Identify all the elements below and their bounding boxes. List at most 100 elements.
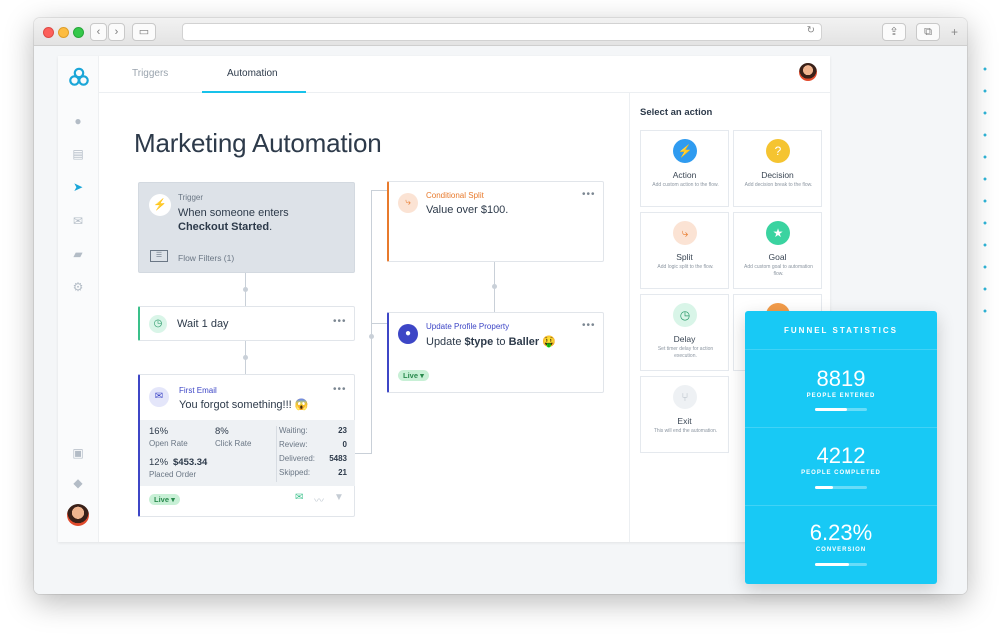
- wait-label: Wait 1 day: [177, 318, 229, 330]
- action-tile-exit[interactable]: ⑂ Exit This will end the automation.: [640, 376, 729, 453]
- stat-review-value: 0: [342, 440, 347, 449]
- action-tile-delay[interactable]: ◷ Delay Set timer delay for action execu…: [640, 294, 729, 371]
- funnel-stat-label: CONVERSION: [815, 547, 867, 553]
- layers-icon[interactable]: ◆: [70, 476, 86, 490]
- profile-icon: ●: [398, 324, 418, 344]
- reload-icon[interactable]: ↻: [807, 25, 815, 36]
- email-filter-icon[interactable]: ▼: [334, 492, 344, 503]
- panel-title: Select an action: [640, 107, 713, 118]
- user-icon[interactable]: ●: [70, 114, 86, 128]
- funnel-statistics-card: FUNNEL STATISTICS 8819 PEOPLE ENTERED 42…: [745, 311, 937, 584]
- email-preview-icon[interactable]: ✉: [295, 492, 303, 503]
- stat-waiting-label: Waiting:: [279, 426, 308, 435]
- profile-status-badge[interactable]: Live ▾: [398, 370, 429, 381]
- sidebar-user-avatar[interactable]: [67, 504, 89, 526]
- reports-icon[interactable]: ▣: [70, 446, 86, 460]
- update-profile-card[interactable]: ● Update Profile Property Update $type t…: [387, 312, 604, 393]
- trigger-title: Trigger: [178, 193, 204, 202]
- clock-icon: ◷: [673, 303, 697, 327]
- split-title: Conditional Split: [426, 191, 484, 200]
- maximize-window-button[interactable]: [73, 27, 84, 38]
- action-tile-action[interactable]: ⚡ Action Add custom action to the flow.: [640, 130, 729, 207]
- clock-icon: ◷: [149, 315, 167, 333]
- open-rate-label: Open Rate: [149, 439, 188, 448]
- profile-more-button[interactable]: •••: [582, 320, 596, 331]
- split-icon: ⤷: [673, 221, 697, 245]
- connector-branch-top: [371, 190, 387, 191]
- stat-waiting-value: 23: [338, 426, 347, 435]
- email-analytics-icon[interactable]: 〰: [314, 492, 324, 507]
- cursor-icon[interactable]: ➤: [70, 180, 86, 194]
- wait-card[interactable]: ◷ Wait 1 day •••: [138, 306, 355, 341]
- email-more-button[interactable]: •••: [333, 384, 347, 395]
- connector-branch-vertical: [371, 190, 372, 454]
- close-window-button[interactable]: [43, 27, 54, 38]
- funnel-progress-fill: [815, 563, 849, 566]
- funnel-progress-fill: [815, 408, 848, 411]
- app-sidebar: ● ▤ ➤ ✉ ▰ ⚙ ▣ ◆: [58, 56, 99, 542]
- funnel-people-entered: 8819 PEOPLE ENTERED: [745, 349, 937, 427]
- tabs-overview-button[interactable]: ⧉: [916, 23, 940, 41]
- trigger-card[interactable]: ⚡ Trigger When someone enters Checkout S…: [138, 182, 355, 273]
- funnel-progress-bar: [815, 563, 867, 566]
- stat-review-label: Review:: [279, 440, 308, 449]
- header-user-avatar[interactable]: [799, 63, 817, 81]
- folder-icon[interactable]: ▰: [70, 247, 86, 261]
- funnel-progress-bar: [815, 486, 867, 489]
- click-rate-value: 8%: [215, 426, 229, 437]
- tab-triggers[interactable]: Triggers: [132, 68, 168, 79]
- action-tile-split[interactable]: ⤷ Split Add logic split to the flow.: [640, 212, 729, 289]
- mail-icon: ✉: [149, 387, 169, 407]
- funnel-stat-value: 4212: [816, 443, 866, 468]
- action-name: Exit: [677, 416, 692, 426]
- funnel-people-completed: 4212 PEOPLE COMPLETED: [745, 427, 937, 505]
- flow-filters-link[interactable]: Flow Filters (1): [178, 253, 234, 263]
- mail-icon[interactable]: ✉: [70, 214, 86, 228]
- action-desc: Add decision break to the flow.: [744, 182, 813, 188]
- active-tab-indicator: [202, 91, 306, 93]
- action-desc: Add logic split to the flow.: [657, 264, 714, 270]
- funnel-stat-value: 8819: [816, 366, 866, 391]
- connector-dot: [243, 287, 248, 292]
- email-stats-panel: 16% Open Rate 8% Click Rate 12% $453.34 …: [140, 420, 355, 486]
- action-desc: Set timer delay for action execution.: [657, 346, 714, 359]
- action-tile-decision[interactable]: ? Decision Add decision break to the flo…: [733, 130, 822, 207]
- address-bar[interactable]: ↻: [182, 23, 822, 41]
- new-tab-button[interactable]: +: [951, 25, 958, 39]
- sidebar-toggle-button[interactable]: ▭: [132, 23, 156, 41]
- action-tile-goal[interactable]: ★ Goal Add custom goal to automation flo…: [733, 212, 822, 289]
- wait-more-button[interactable]: •••: [333, 316, 347, 327]
- split-icon: ⤷: [398, 193, 418, 213]
- click-rate-label: Click Rate: [215, 439, 252, 448]
- lightning-icon: ⚡: [673, 139, 697, 163]
- conditional-split-card[interactable]: ⤷ Conditional Split Value over $100. •••: [387, 181, 604, 262]
- settings-icon[interactable]: ⚙: [70, 280, 86, 294]
- exit-icon: ⑂: [673, 385, 697, 409]
- back-button[interactable]: ‹: [90, 23, 107, 41]
- email-subject: You forgot something!!! 😱: [179, 399, 309, 411]
- split-label: Value over $100.: [426, 204, 509, 216]
- funnel-stat-label: PEOPLE ENTERED: [806, 393, 876, 399]
- connector-dot: [243, 355, 248, 360]
- stat-delivered-value: 5483: [329, 454, 347, 463]
- action-name: Delay: [673, 334, 696, 344]
- split-more-button[interactable]: •••: [582, 189, 596, 200]
- funnel-progress-bar: [815, 408, 867, 411]
- share-button[interactable]: ⇪: [882, 23, 906, 41]
- placed-order-label: Placed Order: [149, 470, 197, 479]
- email-card[interactable]: ✉ First Email You forgot something!!! 😱 …: [138, 374, 355, 517]
- star-icon: ★: [766, 221, 790, 245]
- email-status-badge[interactable]: Live ▾: [149, 494, 180, 505]
- action-name: Split: [676, 252, 693, 262]
- funnel-stat-value: 6.23%: [809, 520, 873, 545]
- forward-button[interactable]: ›: [108, 23, 125, 41]
- brand-logo[interactable]: [69, 67, 89, 87]
- top-tabs: Triggers Automation: [99, 56, 830, 93]
- profile-value: Baller: [508, 336, 540, 348]
- tab-automation[interactable]: Automation: [227, 68, 278, 79]
- profile-prefix: Update: [426, 336, 465, 348]
- funnel-progress-fill: [815, 486, 834, 489]
- connector-dot: [369, 334, 374, 339]
- chat-icon[interactable]: ▤: [70, 147, 86, 161]
- minimize-window-button[interactable]: [58, 27, 69, 38]
